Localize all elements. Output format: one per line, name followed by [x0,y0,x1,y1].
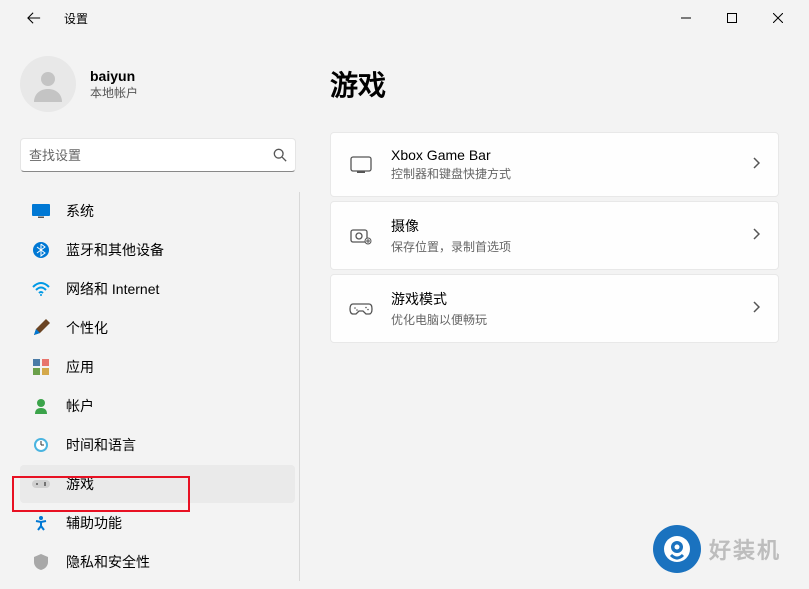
system-icon [32,202,50,220]
card-subtitle: 保存位置，录制首选项 [391,238,752,255]
network-icon [32,280,50,298]
apps-icon [32,358,50,376]
app-title: 设置 [64,10,88,27]
card-subtitle: 优化电脑以便畅玩 [391,311,752,328]
sidebar-item-personalization[interactable]: 个性化 [20,309,295,347]
bluetooth-icon [32,241,50,259]
xbox-icon [349,153,373,177]
close-button[interactable] [755,2,801,34]
page-title: 游戏 [330,64,779,104]
sidebar-item-label: 个性化 [66,318,108,338]
sidebar-item-label: 蓝牙和其他设备 [66,240,164,260]
maximize-button[interactable] [709,2,755,34]
profile-section[interactable]: baiyun 本地帐户 [16,50,300,128]
sidebar-item-label: 系统 [66,201,94,221]
sidebar-item-privacy[interactable]: 隐私和安全性 [20,543,295,581]
card-title: Xbox Game Bar [391,147,752,163]
card-subtitle: 控制器和键盘快捷方式 [391,165,752,182]
accessibility-icon [32,514,50,532]
avatar-icon [28,64,68,104]
profile-subtitle: 本地帐户 [90,84,138,101]
search-box[interactable] [20,138,296,172]
card-game-mode[interactable]: 游戏模式 优化电脑以便畅玩 [330,274,779,343]
account-icon [32,397,50,415]
sidebar-item-label: 时间和语言 [66,435,136,455]
watermark-logo-icon [653,525,701,573]
close-icon [773,13,783,23]
back-arrow-icon [27,11,41,25]
card-title: 游戏模式 [391,289,752,309]
personalization-icon [32,319,50,337]
sidebar-item-label: 应用 [66,357,94,377]
sidebar-item-time[interactable]: 时间和语言 [20,426,295,464]
back-button[interactable] [18,2,50,34]
sidebar-item-gaming[interactable]: 游戏 [20,465,295,503]
sidebar-item-account[interactable]: 帐户 [20,387,295,425]
sidebar-item-label: 辅助功能 [66,513,122,533]
sidebar-item-bluetooth[interactable]: 蓝牙和其他设备 [20,231,295,269]
gaming-icon [32,475,50,493]
chevron-right-icon [752,227,760,245]
sidebar-item-system[interactable]: 系统 [20,192,295,230]
gamemode-icon [349,297,373,321]
sidebar-item-accessibility[interactable]: 辅助功能 [20,504,295,542]
watermark: 好装机 [653,525,781,573]
profile-name: baiyun [90,68,138,84]
card-capture[interactable]: 摄像 保存位置，录制首选项 [330,201,779,270]
card-title: 摄像 [391,216,752,236]
card-xbox-game-bar[interactable]: Xbox Game Bar 控制器和键盘快捷方式 [330,132,779,197]
avatar [20,56,76,112]
sidebar-item-label: 帐户 [66,396,94,416]
chevron-right-icon [752,300,760,318]
search-input[interactable] [29,148,273,163]
privacy-icon [32,553,50,571]
minimize-icon [681,13,691,23]
maximize-icon [727,13,737,23]
sidebar-item-apps[interactable]: 应用 [20,348,295,386]
search-icon [273,148,287,162]
chevron-right-icon [752,156,760,174]
sidebar-item-label: 游戏 [66,474,94,494]
sidebar-item-network[interactable]: 网络和 Internet [20,270,295,308]
time-icon [32,436,50,454]
watermark-text: 好装机 [709,533,781,565]
minimize-button[interactable] [663,2,709,34]
capture-icon [349,224,373,248]
sidebar-item-label: 隐私和安全性 [66,552,150,572]
sidebar-item-label: 网络和 Internet [66,279,159,299]
